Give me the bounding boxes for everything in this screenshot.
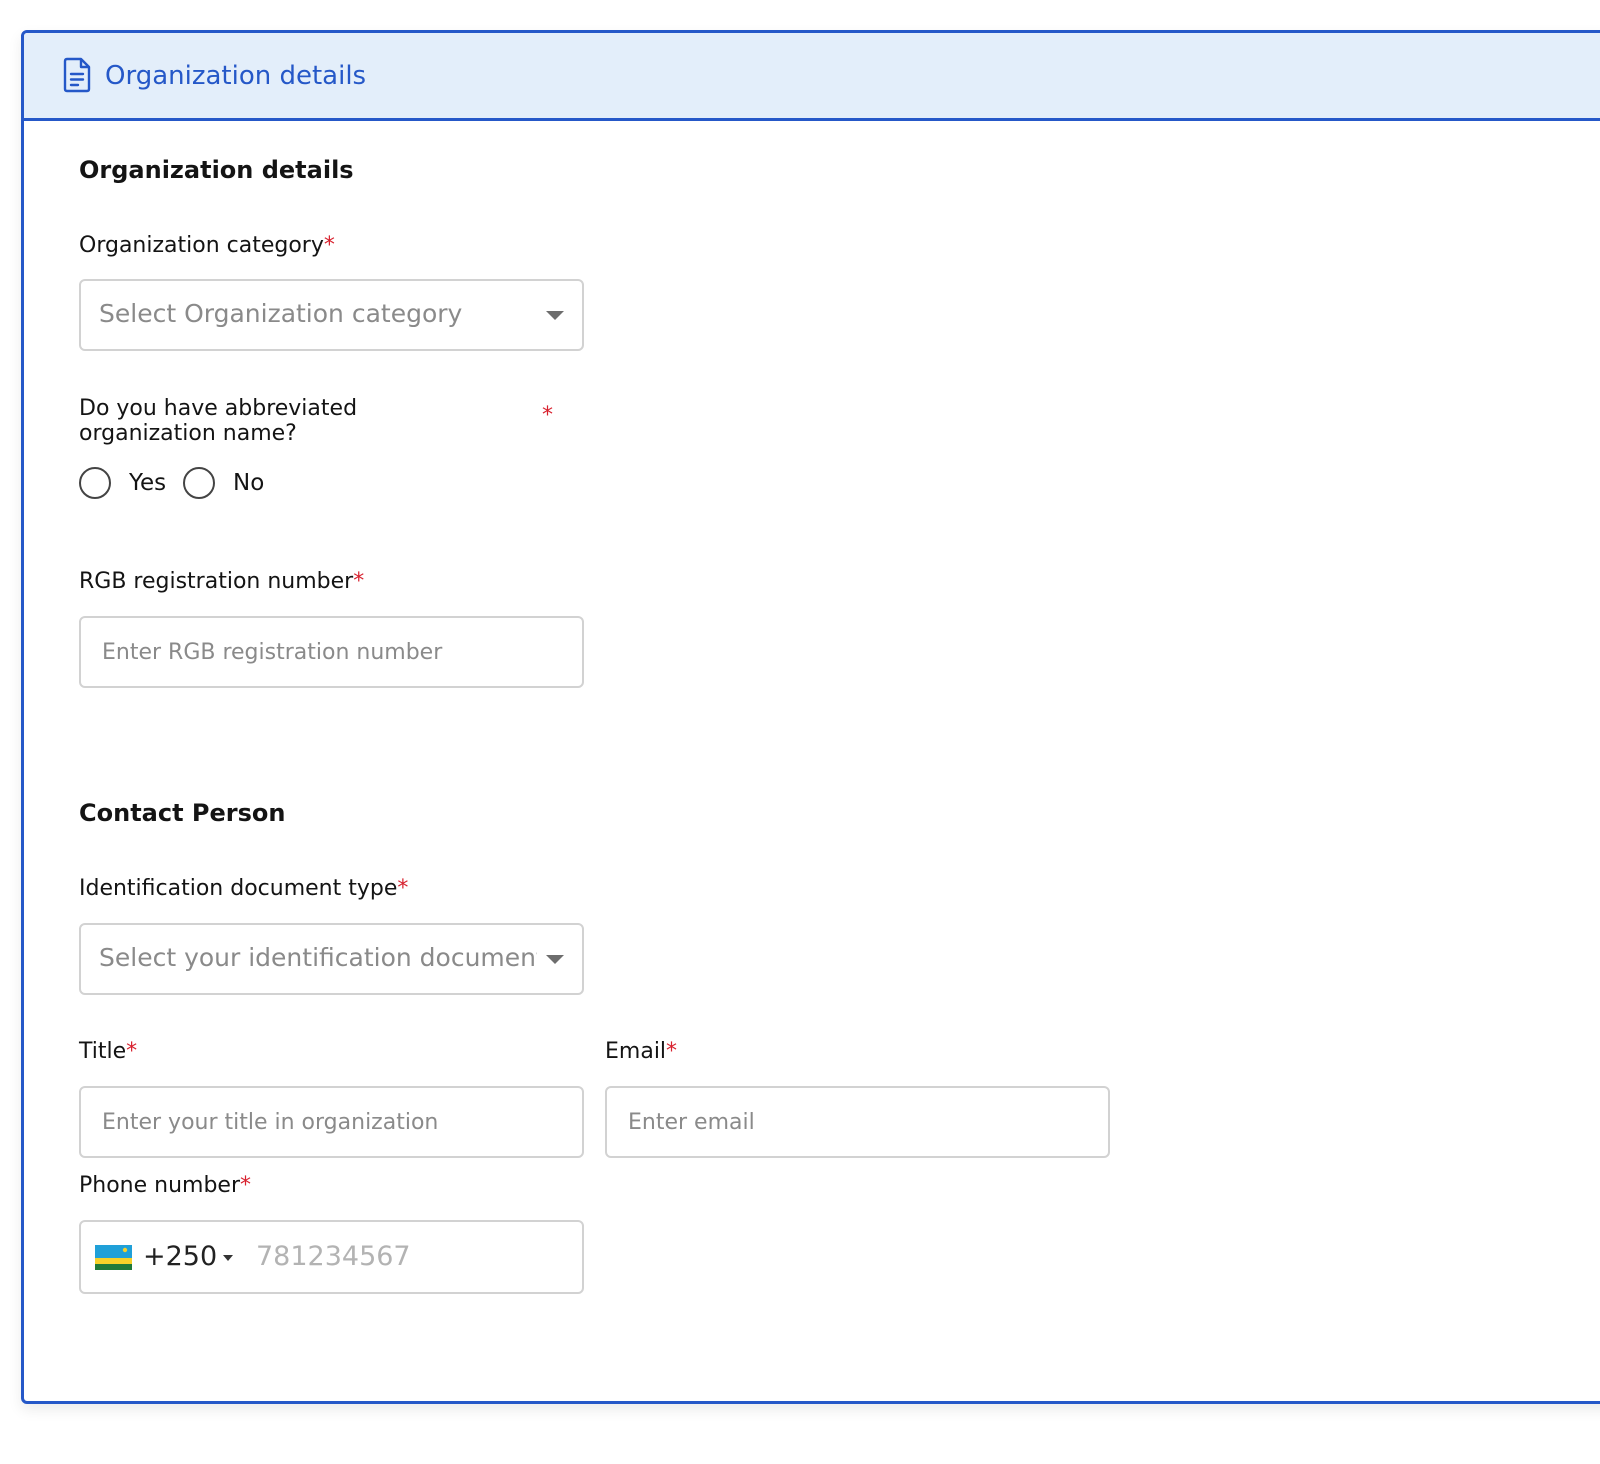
organization-details-panel: Organization details Organization detail… — [21, 30, 1600, 1404]
rgb-number-label-text: RGB registration number — [79, 569, 354, 594]
id-doc-type-select[interactable]: Select your identification document type — [79, 923, 584, 995]
organization-category-label: Organization category* — [79, 232, 335, 260]
country-dial-code[interactable]: +250 — [143, 1222, 217, 1292]
radio-yes[interactable] — [79, 467, 111, 499]
phone-label: Phone number* — [79, 1172, 251, 1200]
id-doc-type-placeholder: Select your identification document type — [99, 943, 537, 972]
chevron-down-icon — [546, 955, 564, 964]
required-mark: * — [126, 1039, 138, 1064]
organization-category-select[interactable]: Select Organization category — [79, 279, 584, 351]
rgb-number-field[interactable] — [79, 616, 584, 688]
rgb-number-input[interactable] — [81, 618, 582, 686]
abbreviated-name-label: Do you have abbreviated organization nam… — [79, 396, 358, 446]
id-doc-type-label: Identification document type* — [79, 875, 408, 903]
organization-section-title: Organization details — [79, 156, 354, 184]
required-mark: * — [240, 1173, 252, 1198]
title-label-text: Title — [79, 1039, 127, 1064]
chevron-down-icon — [546, 311, 564, 320]
required-mark: * — [542, 403, 553, 428]
email-label: Email* — [605, 1038, 677, 1066]
caret-down-icon[interactable] — [223, 1255, 233, 1261]
title-input[interactable] — [81, 1088, 582, 1156]
email-field[interactable] — [605, 1086, 1110, 1158]
id-doc-type-label-text: Identification document type — [79, 876, 398, 901]
phone-input-placeholder[interactable]: 781234567 — [256, 1222, 411, 1292]
required-mark: * — [353, 569, 365, 594]
panel-header[interactable]: Organization details — [24, 33, 1600, 121]
email-label-text: Email — [605, 1039, 667, 1064]
required-mark: * — [666, 1039, 678, 1064]
contact-section-title: Contact Person — [79, 799, 286, 827]
required-mark: * — [397, 876, 409, 901]
rgb-number-label: RGB registration number* — [79, 568, 364, 596]
radio-no[interactable] — [183, 467, 215, 499]
title-label: Title* — [79, 1038, 137, 1066]
radio-no-label[interactable]: No — [233, 467, 264, 499]
email-input[interactable] — [607, 1088, 1108, 1156]
organization-category-placeholder: Select Organization category — [99, 299, 463, 328]
phone-field[interactable]: +250 781234567 — [79, 1220, 584, 1294]
organization-category-label-text: Organization category — [79, 233, 324, 258]
panel-title: Organization details — [105, 61, 367, 91]
title-field[interactable] — [79, 1086, 584, 1158]
radio-yes-label[interactable]: Yes — [129, 467, 166, 499]
rwanda-flag-icon[interactable] — [95, 1245, 132, 1270]
document-icon — [63, 57, 91, 93]
phone-label-text: Phone number — [79, 1173, 241, 1198]
required-mark: * — [323, 233, 335, 258]
